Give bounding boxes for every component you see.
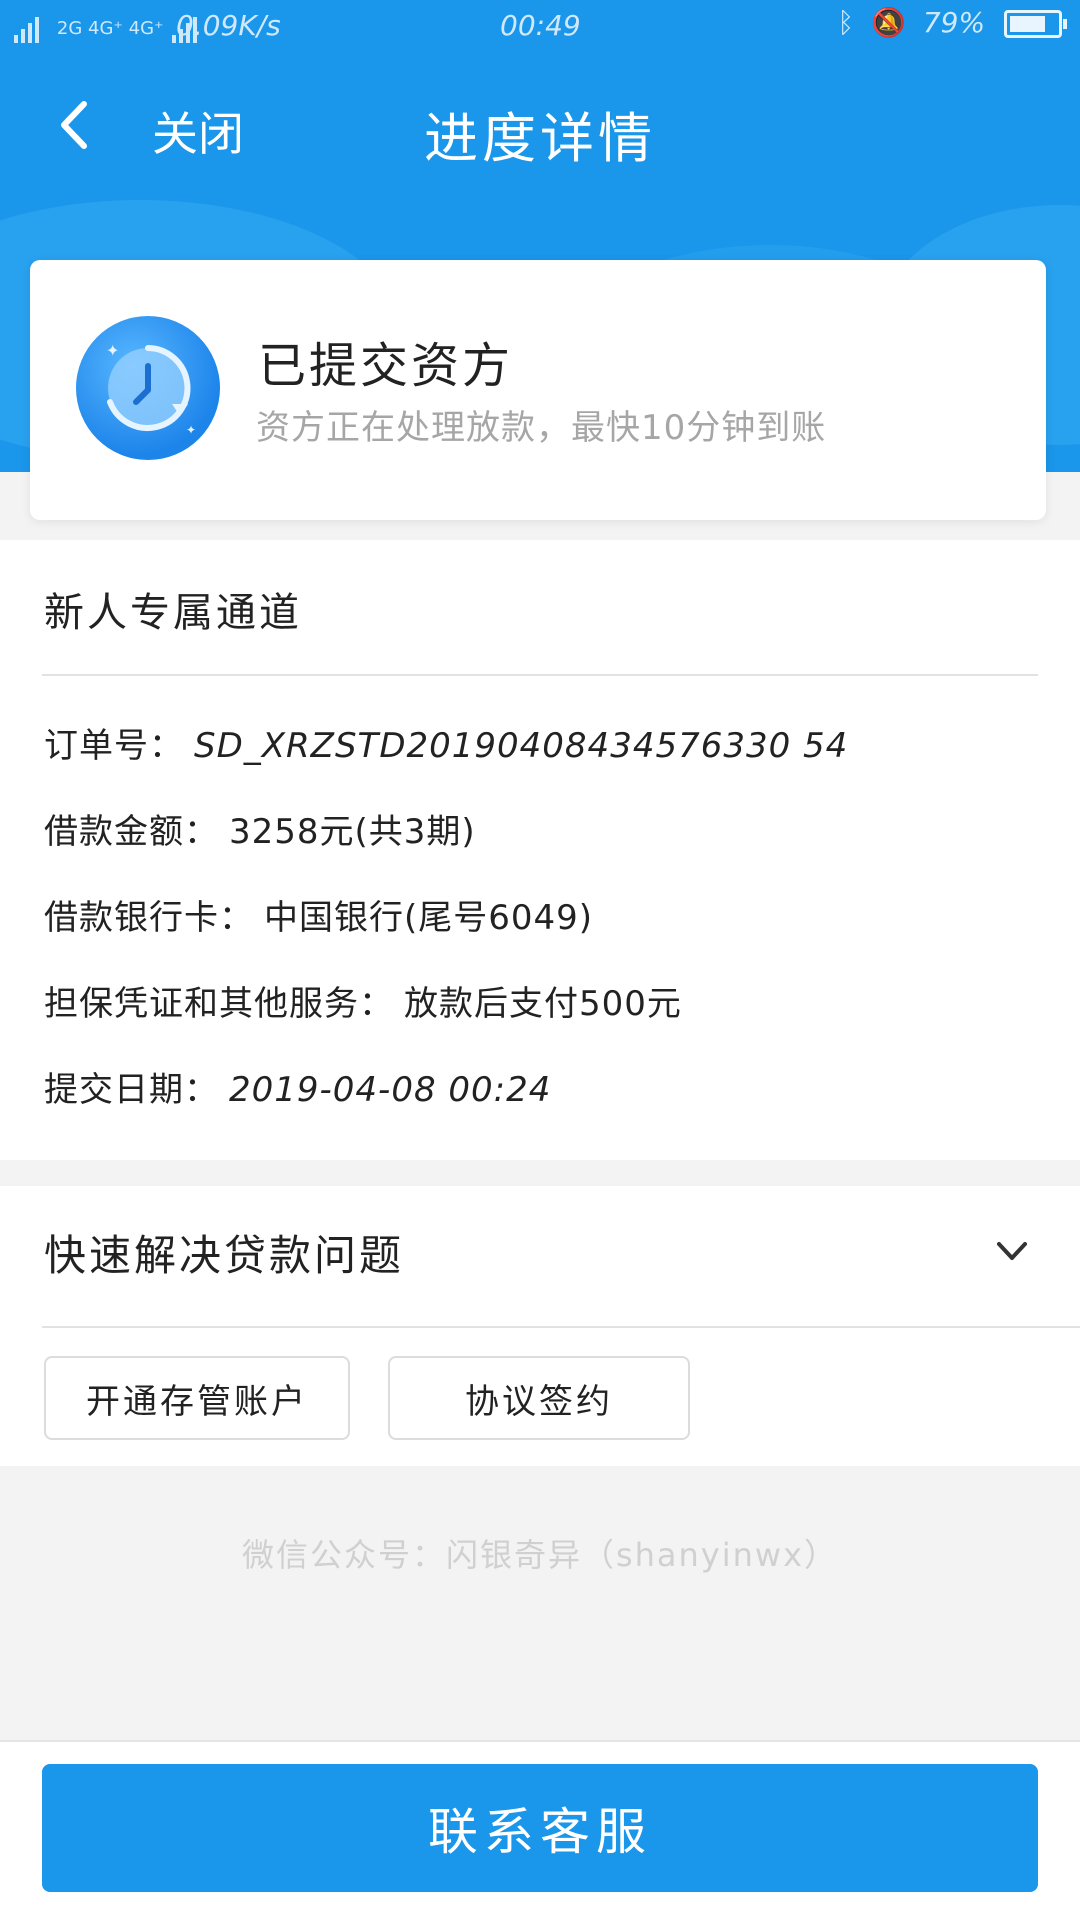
status-title: 已提交资方	[258, 338, 514, 394]
status-time: 00:49	[500, 9, 581, 42]
status-right: ᛒ 🔕 79%	[837, 6, 1067, 39]
battery-fill	[1010, 16, 1045, 32]
order-info-section: 新人专属通道 订单号： SD_XRZSTD20190408434576330 54…	[0, 540, 1080, 1160]
order-number-row: 订单号： SD_XRZSTD20190408434576330 54	[44, 718, 848, 767]
faq-section: 快速解决贷款问题 开通存管账户 协议签约	[0, 1186, 1080, 1466]
agreement-signing-button[interactable]: 协议签约	[388, 1356, 690, 1440]
network-type: 2G 4G⁺ 4G⁺	[56, 18, 164, 39]
nav-bar: 关闭 进度详情	[0, 80, 1080, 170]
field-label: 借款金额：	[44, 812, 219, 852]
contact-support-button[interactable]: 联系客服	[42, 1764, 1038, 1892]
field-label: 借款银行卡：	[44, 898, 254, 938]
clock-status-icon: ✦ ✦	[76, 316, 220, 460]
watermark-text: 微信公众号：闪银奇异（shanyinwx）	[241, 1536, 839, 1574]
footer-bar: 联系客服	[0, 1740, 1080, 1920]
battery-icon	[1004, 10, 1067, 38]
divider	[42, 674, 1038, 676]
field-label: 提交日期：	[44, 1070, 219, 1110]
silent-bell-icon: 🔕	[871, 6, 906, 39]
status-subtitle: 资方正在处理放款，最快10分钟到账	[256, 408, 827, 448]
field-label: 担保凭证和其他服务：	[44, 984, 394, 1024]
cell-signal-icon	[14, 10, 42, 43]
svg-text:✦: ✦	[186, 423, 196, 437]
guarantee-row: 担保凭证和其他服务： 放款后支付500元	[44, 976, 682, 1025]
chevron-down-icon	[997, 1242, 1027, 1260]
field-label: 订单号：	[44, 726, 184, 766]
field-value: 3258元(共3期)	[229, 812, 476, 852]
field-value: SD_XRZSTD20190408434576330 54	[194, 726, 849, 766]
section-title: 新人专属通道	[44, 590, 302, 636]
battery-percent: 79%	[922, 6, 986, 39]
faq-title: 快速解决贷款问题	[44, 1231, 405, 1280]
bank-card-row: 借款银行卡： 中国银行(尾号6049)	[44, 890, 593, 939]
submit-date-row: 提交日期： 2019-04-08 00:24	[44, 1062, 551, 1111]
loan-amount-row: 借款金额： 3258元(共3期)	[44, 804, 476, 853]
field-value: 中国银行(尾号6049)	[264, 898, 594, 938]
field-value: 2019-04-08 00:24	[229, 1070, 552, 1110]
field-value: 放款后支付500元	[404, 984, 682, 1024]
divider	[42, 1326, 1080, 1328]
expand-toggle[interactable]	[995, 1234, 1029, 1268]
net-speed: 0.09K/s	[176, 9, 281, 42]
status-bar: 2G 4G⁺ 4G⁺ 0.09K/s 00:49 ᛒ 🔕 79%	[0, 0, 1080, 52]
bluetooth-icon: ᛒ	[837, 6, 855, 39]
svg-text:✦: ✦	[106, 341, 119, 360]
clock-icon: ✦ ✦	[106, 341, 196, 437]
page-title: 进度详情	[424, 107, 656, 170]
open-custody-account-button[interactable]: 开通存管账户	[44, 1356, 350, 1440]
status-card: ✦ ✦ 已提交资方 资方正在处理放款，最快10分钟到账	[30, 260, 1046, 520]
